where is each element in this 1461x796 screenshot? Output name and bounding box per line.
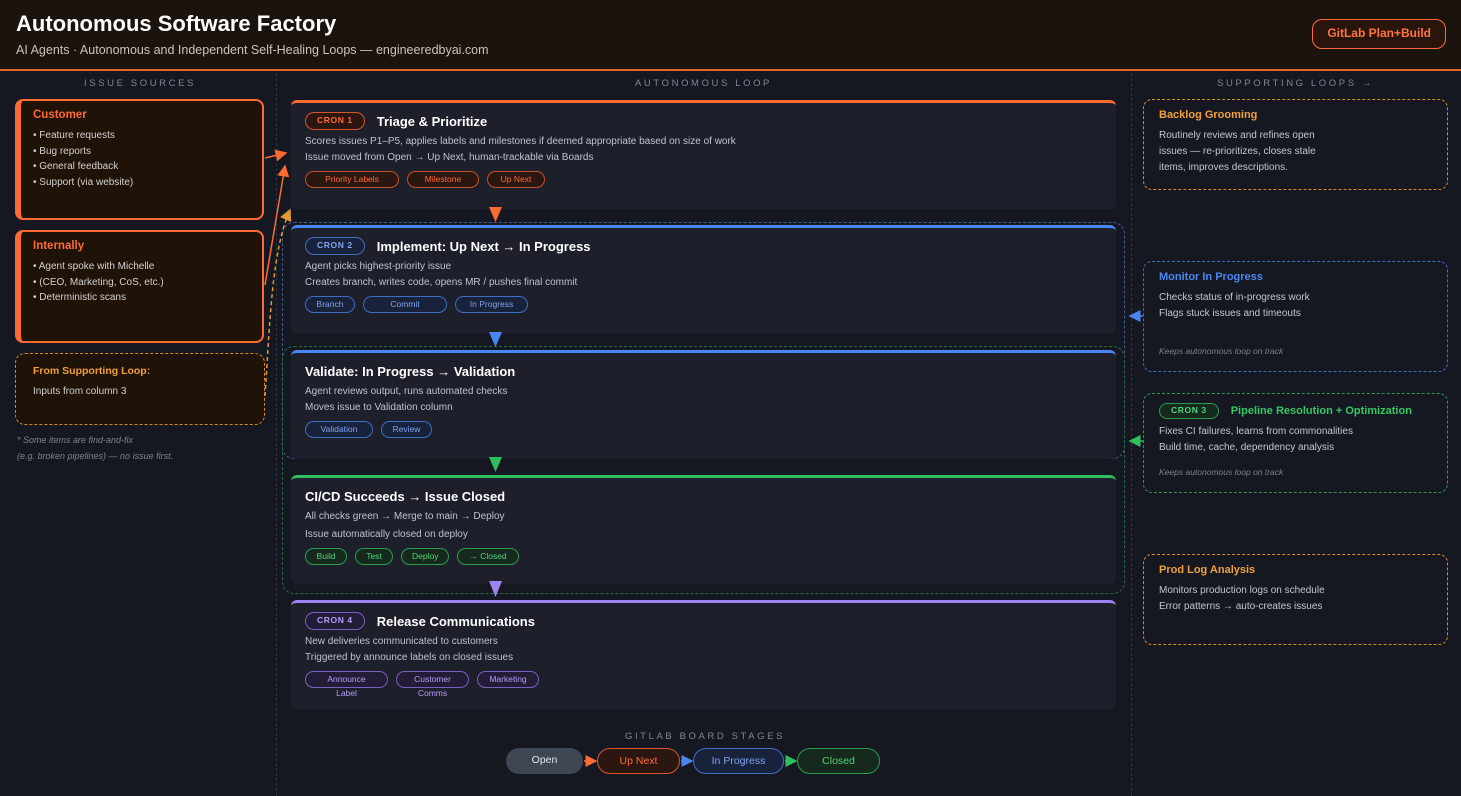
flow-triangle [489,207,502,222]
flow-triangle [489,332,502,347]
arrow-supporting-to-triage [264,208,292,397]
flow-triangle [489,457,502,472]
connectors [264,149,1143,767]
arrow-customer-to-triage [264,149,288,162]
flow-triangle [489,581,502,597]
